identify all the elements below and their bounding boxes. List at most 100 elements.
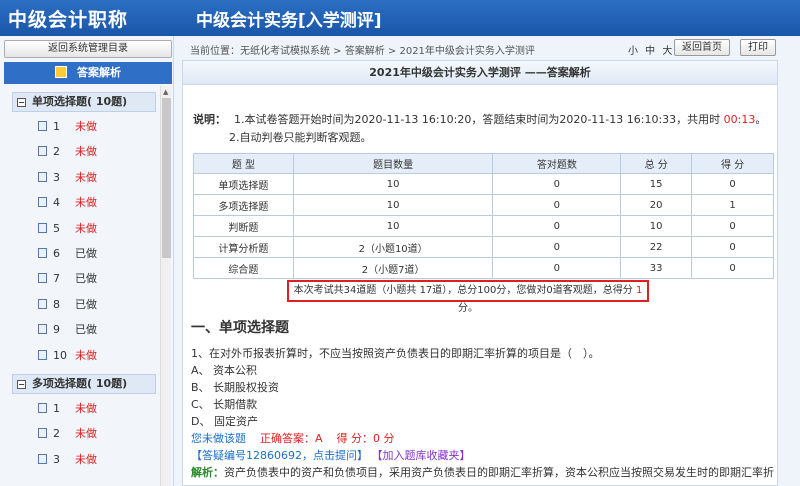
- question-nav-item[interactable]: 3 未做: [4, 165, 160, 190]
- table-cell: 10: [620, 215, 693, 237]
- top-bar: 当前位置：无纸化考试模拟系统 > 答案解析 > 2021年中级会计实务入学测评 …: [180, 38, 800, 58]
- ask-question-link[interactable]: 【答疑编号12860692，点击提问】: [191, 449, 368, 462]
- table-cell: 2（小题10道）: [292, 236, 494, 258]
- question-nav-item[interactable]: 2 未做: [4, 421, 160, 446]
- table-cell: 1: [691, 194, 774, 216]
- document-icon: [38, 222, 47, 233]
- table-cell: 0: [691, 173, 774, 195]
- table-row: 综合题 2（小题7道） 0 33 0: [193, 257, 774, 279]
- option-c: C、 长期借款: [191, 398, 258, 411]
- document-icon: [38, 453, 47, 464]
- back-to-directory-button[interactable]: 返回系统管理目录: [4, 40, 172, 58]
- table-cell: 10: [292, 194, 494, 216]
- table-cell: 综合题: [193, 257, 294, 279]
- table-header-cell: 题 型: [193, 153, 294, 174]
- question-number: 1: [53, 401, 60, 415]
- question-status: 未做: [75, 170, 97, 184]
- question-nav-item[interactable]: 6 已做: [4, 241, 160, 266]
- collapse-icon[interactable]: −: [17, 98, 26, 107]
- table-cell: 20: [620, 194, 693, 216]
- document-icon: [38, 247, 47, 258]
- score-table: 题 型题目数量 答对题数总 分得 分 单项选择题 10 0 15 0 多项选择题 10 0 20 1…: [193, 153, 774, 279]
- table-cell: 0: [492, 173, 622, 195]
- question-group-header[interactable]: − 单项选择题( 10题): [12, 92, 156, 112]
- collapse-icon[interactable]: −: [17, 379, 26, 389]
- question-score: 得 分：0 分: [336, 432, 395, 445]
- app-header: 中级会计职称 中级会计实务[入学测评]: [0, 0, 800, 36]
- question-status: 未做: [75, 145, 97, 159]
- exam-note: 说明： 1.本试卷答题开始时间为2020-11-13 16:10:20，答题结束时…: [193, 111, 766, 147]
- table-cell: 0: [691, 236, 774, 258]
- table-cell: 10: [292, 173, 494, 195]
- print-button[interactable]: 打印: [740, 39, 776, 56]
- section-title: 一、单项选择题: [191, 320, 289, 336]
- scroll-up-icon[interactable]: ▲: [163, 88, 168, 96]
- scrollbar-thumb[interactable]: [162, 98, 171, 258]
- font-size-switch[interactable]: 小 中 大: [628, 42, 672, 57]
- main-content: 2021年中级会计实务入学测评 ——答案解析 说明： 1.本试卷答题开始时间为20…: [182, 60, 778, 486]
- answer-analysis-label: 答案解析: [77, 66, 121, 79]
- table-cell: 0: [691, 215, 774, 237]
- note-line-2: 2.自动判卷只能判断客观题。: [229, 131, 372, 144]
- question-number: 4: [53, 196, 60, 210]
- question-nav-item[interactable]: 2 未做: [4, 139, 160, 164]
- question-nav-item[interactable]: 3 未做: [4, 447, 160, 472]
- table-cell: 15: [620, 173, 693, 195]
- question-number: 5: [53, 221, 60, 235]
- question-nav-item[interactable]: 9 已做: [4, 317, 160, 342]
- question-status: 已做: [75, 272, 97, 286]
- home-button[interactable]: 返回首页: [674, 39, 730, 56]
- table-cell: 多项选择题: [193, 194, 294, 216]
- table-header-cell: 总 分: [620, 153, 693, 174]
- question-stem: 1、在对外币报表折算时，不应当按照资产负债表日的即期汇率折算的项目是（ ）。: [191, 347, 600, 360]
- question-nav-item[interactable]: 4 未做: [4, 190, 160, 215]
- table-cell: 10: [292, 215, 494, 237]
- question-number: 9: [53, 323, 60, 337]
- question-number: 3: [53, 452, 60, 466]
- exam-title: 中级会计实务[入学测评]: [196, 11, 382, 31]
- question-nav-item[interactable]: 1 未做: [4, 114, 160, 139]
- table-header-cell: 得 分: [691, 153, 774, 174]
- app-logo: 中级会计职称: [8, 9, 129, 31]
- option-a: A、 资本公积: [191, 364, 258, 377]
- sidebar-scrollbar[interactable]: ▲: [160, 86, 171, 486]
- question-status: 未做: [75, 348, 97, 362]
- document-title: 2021年中级会计实务入学测评 ——答案解析: [183, 61, 777, 85]
- analysis-label: 解析：: [191, 466, 224, 479]
- note-label: 说明：: [193, 113, 226, 126]
- question-status: 未做: [75, 401, 97, 415]
- breadcrumb: 当前位置：无纸化考试模拟系统 > 答案解析 > 2021年中级会计实务入学测评: [190, 46, 535, 57]
- answer-analysis-header[interactable]: 答案解析: [4, 62, 172, 84]
- question-status: 未做: [75, 221, 97, 235]
- question-nav-item[interactable]: 5 未做: [4, 216, 160, 241]
- question-nav-item[interactable]: 7 已做: [4, 266, 160, 291]
- question-group-label: 单项选择题( 10题): [32, 95, 128, 108]
- note-line-1: 1.本试卷答题开始时间为2020-11-13 16:10:20，答题结束时间为2…: [234, 113, 721, 126]
- question-nav-item[interactable]: 1 未做: [4, 396, 160, 421]
- question-block: 1、在对外币报表折算时，不应当按照资产负债表日的即期汇率折算的项目是（ ）。 A…: [191, 345, 774, 481]
- table-row: 判断题 10 0 10 0: [193, 215, 774, 237]
- question-number: 10: [53, 348, 67, 362]
- add-favorite-link[interactable]: 【加入题库收藏夹】: [372, 449, 471, 462]
- table-cell: 2（小题7道）: [292, 257, 494, 279]
- table-header-row: 题 型题目数量 答对题数总 分得 分: [193, 153, 774, 174]
- question-status: 未做: [75, 452, 97, 466]
- question-status: 未做: [75, 120, 97, 133]
- question-nav-item[interactable]: 8 已做: [4, 292, 160, 317]
- question-number: 7: [53, 272, 60, 286]
- correct-answer: 正确答案：A: [260, 432, 323, 445]
- question-group-header[interactable]: − 多项选择题( 10题): [12, 373, 156, 394]
- total-score: 1: [635, 285, 643, 296]
- table-header-cell: 题目数量: [292, 153, 494, 174]
- table-cell: 0: [691, 257, 774, 279]
- question-nav-item[interactable]: 10 未做: [4, 343, 160, 368]
- question-number: 6: [53, 246, 60, 260]
- document-icon: [38, 273, 47, 284]
- question-status: 未做: [75, 196, 97, 210]
- table-cell: 22: [620, 236, 693, 258]
- question-status: 已做: [75, 323, 97, 337]
- document-icon: [38, 349, 47, 360]
- table-row: 单项选择题 10 0 15 0: [193, 173, 774, 195]
- document-icon: [38, 146, 47, 157]
- table-cell: 0: [492, 215, 622, 237]
